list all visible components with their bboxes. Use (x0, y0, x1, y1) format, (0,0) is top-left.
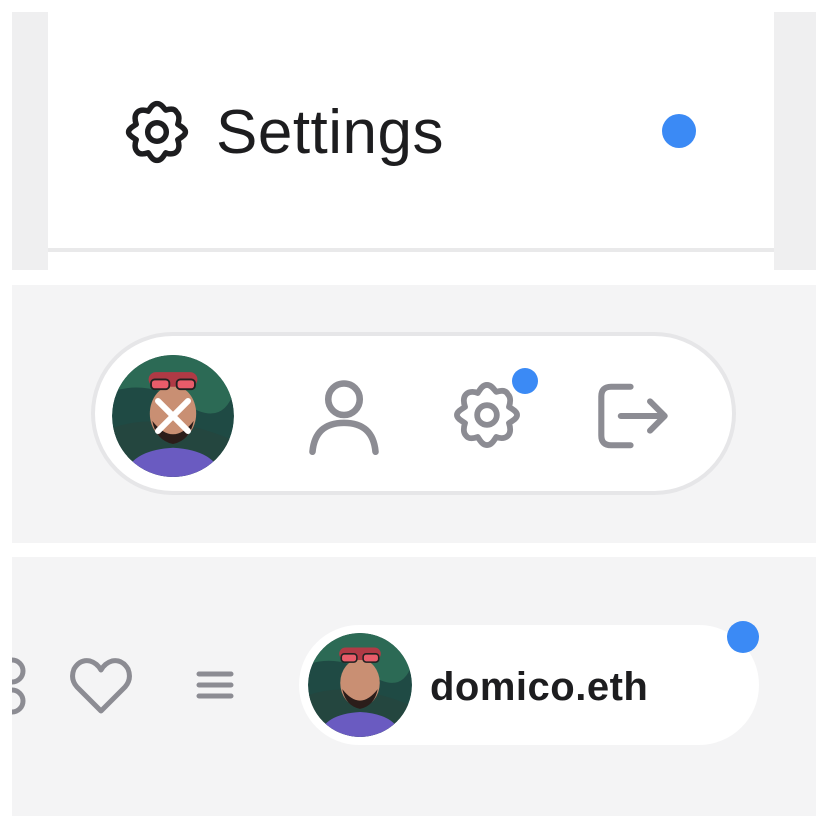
gear-icon[interactable] (450, 378, 524, 452)
notification-dot (662, 114, 696, 148)
user-icon[interactable] (302, 373, 386, 457)
close-icon (155, 398, 191, 434)
notification-dot (512, 368, 538, 394)
nav-pill-panel (12, 285, 816, 543)
settings-label: Settings (216, 97, 445, 167)
heart-icon[interactable] (68, 655, 134, 717)
menu-card-lower (48, 252, 774, 270)
avatar (308, 633, 412, 737)
account-bar-panel: domico.eth (12, 557, 816, 816)
account-avatar (308, 633, 412, 737)
grid-icon[interactable] (12, 655, 34, 717)
avatar-close-button[interactable] (112, 355, 234, 477)
settings-menu-panel: Settings (12, 12, 816, 270)
logout-icon[interactable] (592, 377, 674, 455)
notification-dot (727, 621, 759, 653)
settings-menu-item[interactable]: Settings (122, 92, 444, 172)
gear-icon (125, 100, 189, 164)
menu-icon[interactable] (196, 669, 234, 701)
account-name: domico.eth (430, 665, 649, 709)
